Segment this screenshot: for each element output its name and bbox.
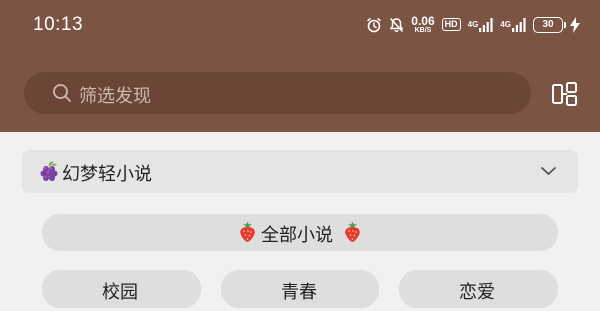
search-icon (53, 84, 71, 102)
strawberry-icon (240, 222, 255, 242)
net-speed-value: 0.06 (411, 14, 435, 28)
alarm-icon (366, 17, 382, 33)
tag-label: 青春 (281, 282, 317, 303)
network-speed: 0.06 KB/S (411, 15, 434, 34)
mute-bell-icon (389, 17, 404, 33)
strawberry-icon (345, 222, 360, 242)
status-bar: 10:13 0.06 KB/S HD 4G 4G 30 (0, 0, 600, 52)
battery-icon: 30 (533, 16, 566, 33)
search-placeholder: 筛选发现 (79, 86, 151, 107)
tag-label: 校园 (102, 282, 138, 303)
signal-icon (512, 17, 526, 32)
layout-icon[interactable] (551, 80, 579, 108)
signal-icon (479, 17, 493, 32)
chevron-down-icon[interactable] (540, 165, 557, 177)
clock-time: 10:13 (33, 14, 84, 35)
tag-label: 恋爱 (459, 282, 495, 303)
status-icons: 0.06 KB/S HD 4G 4G 30 (366, 15, 580, 34)
hd-badge: HD (441, 18, 461, 31)
grape-icon (40, 161, 58, 181)
signal-2-label: 4G (500, 19, 511, 29)
charging-icon (570, 16, 580, 33)
all-novels-label: 全部小说 (261, 225, 333, 246)
signal-2: 4G (500, 17, 526, 32)
net-speed-unit: KB/S (414, 27, 432, 34)
category-label: 幻梦轻小说 (62, 164, 152, 185)
signal-1-label: 4G (467, 19, 479, 29)
signal-1: 4G (467, 17, 494, 32)
